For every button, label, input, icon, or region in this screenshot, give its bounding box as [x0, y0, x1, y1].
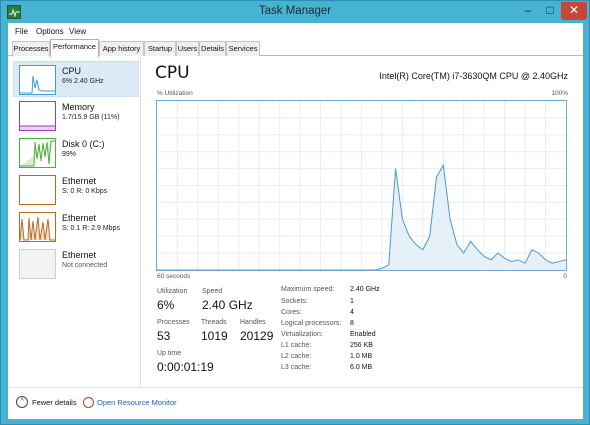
y-axis-max: 100% — [551, 90, 568, 97]
spec-value: 8 — [350, 320, 354, 327]
resource-monitor-icon[interactable] — [83, 397, 94, 408]
threads-value: 1019 — [201, 329, 228, 343]
spec-value: 1 — [350, 298, 354, 305]
handles-value: 20129 — [240, 329, 274, 343]
chevron-up-icon[interactable]: ^ — [16, 396, 28, 408]
cpu-utilization-graph — [156, 100, 567, 271]
sidebar-item-title: Disk 0 (C:) — [62, 139, 105, 149]
spec-value: Enabled — [350, 331, 376, 338]
disk-thumbnail — [19, 138, 56, 168]
minimize-icon[interactable]: – — [517, 2, 539, 20]
y-axis-label: % Utilization — [157, 90, 193, 97]
menu-options[interactable]: Options — [36, 27, 64, 36]
spec-value: 2.40 GHz — [350, 286, 380, 293]
spec-label: L2 cache: — [281, 353, 312, 360]
menu-file[interactable]: File — [15, 27, 28, 36]
spec-label: L1 cache: — [281, 342, 312, 349]
spec-label: Virtualization: — [281, 331, 323, 338]
utilization-value: 6% — [157, 298, 175, 312]
uptime-label: Up time — [157, 350, 182, 357]
window-title: Task Manager — [258, 5, 332, 17]
ethernet-thumbnail — [19, 175, 56, 205]
performance-sidebar: CPU 6% 2.40 GHz Memory 1.7/15.9 GB (11%)… — [8, 57, 141, 387]
threads-label: Threads — [201, 319, 227, 326]
cpu-thumbnail — [19, 65, 56, 95]
sidebar-item-memory[interactable]: Memory 1.7/15.9 GB (11%) — [14, 98, 140, 134]
menu-bar: File Options View — [8, 23, 583, 39]
page-title: CPU — [155, 63, 190, 83]
cpu-detail-panel: CPU Intel(R) Core(TM) i7-3630QM CPU @ 2.… — [152, 57, 577, 397]
memory-thumbnail — [19, 101, 56, 131]
tab-startup[interactable]: Startup — [144, 41, 176, 56]
spec-label: L3 cache: — [281, 364, 312, 371]
client-area: File Options View Processes Performance … — [8, 23, 583, 419]
sidebar-item-subtitle: 99% — [62, 151, 77, 158]
sidebar-item-ethernet-1[interactable]: Ethernet S: 0 R: 0 Kbps — [14, 172, 140, 208]
ethernet-thumbnail — [19, 212, 56, 242]
tab-details[interactable]: Details — [199, 41, 226, 56]
maximize-icon[interactable]: □ — [539, 2, 561, 20]
spec-label: Logical processors: — [281, 320, 342, 327]
fewer-details-link[interactable]: Fewer details — [32, 398, 77, 407]
tab-strip: Processes Performance App history Startu… — [8, 39, 583, 57]
speed-value: 2.40 GHz — [202, 298, 253, 312]
sidebar-item-subtitle: 6% 2.40 GHz — [62, 78, 104, 85]
tab-users[interactable]: Users — [176, 41, 199, 56]
uptime-value: 0:00:01:19 — [157, 360, 214, 374]
spec-label: Cores: — [281, 309, 302, 316]
footer-bar: ^ Fewer details Open Resource Monitor — [8, 387, 583, 419]
sidebar-item-title: Ethernet — [62, 176, 97, 186]
sidebar-item-subtitle: S: 0.1 R: 2.9 Mbps — [62, 225, 120, 232]
spec-value: 6.0 MB — [350, 364, 373, 371]
sidebar-item-ethernet-3[interactable]: Ethernet Not connected — [14, 246, 140, 282]
open-resource-monitor-link[interactable]: Open Resource Monitor — [97, 398, 177, 407]
spec-label: Sockets: — [281, 298, 308, 305]
sidebar-item-subtitle: S: 0 R: 0 Kbps — [62, 188, 108, 195]
spec-label: Maximum speed: — [281, 286, 335, 293]
tab-performance[interactable]: Performance — [50, 39, 99, 57]
close-icon[interactable]: ✕ — [561, 2, 587, 20]
tab-services[interactable]: Services — [226, 41, 260, 56]
sidebar-item-title: Memory — [62, 102, 95, 112]
sidebar-item-title: Ethernet — [62, 213, 97, 223]
x-axis-left-label: 60 seconds — [157, 273, 191, 280]
menu-view[interactable]: View — [69, 27, 86, 36]
spec-value: 4 — [350, 309, 354, 316]
ethernet-thumbnail — [19, 249, 56, 279]
sidebar-item-cpu[interactable]: CPU 6% 2.40 GHz — [13, 61, 139, 97]
sidebar-item-title: Ethernet — [62, 250, 97, 260]
processes-label: Processes — [157, 319, 190, 326]
cpu-chart-svg — [157, 101, 567, 271]
cpu-model-name: Intel(R) Core(TM) i7-3630QM CPU @ 2.40GH… — [379, 71, 568, 81]
spec-value: 256 KB — [350, 342, 373, 349]
title-bar[interactable]: Task Manager – □ ✕ — [1, 1, 589, 23]
sidebar-item-title: CPU — [62, 66, 82, 76]
sidebar-item-subtitle: 1.7/15.9 GB (11%) — [62, 114, 120, 121]
speed-label: Speed — [202, 288, 223, 295]
utilization-label: Utilization — [157, 288, 188, 295]
processes-value: 53 — [157, 329, 171, 343]
sidebar-item-subtitle: Not connected — [62, 262, 108, 269]
tab-processes[interactable]: Processes — [12, 41, 50, 56]
spec-value: 1.0 MB — [350, 353, 373, 360]
tab-app-history[interactable]: App history — [99, 41, 144, 56]
x-axis-right-label: 0 — [563, 273, 567, 280]
handles-label: Handles — [240, 319, 266, 326]
sidebar-item-disk[interactable]: Disk 0 (C:) 99% — [14, 135, 140, 171]
task-manager-window: Task Manager – □ ✕ File Options View Pro… — [0, 0, 590, 425]
sidebar-item-ethernet-2[interactable]: Ethernet S: 0.1 R: 2.9 Mbps — [14, 209, 140, 245]
